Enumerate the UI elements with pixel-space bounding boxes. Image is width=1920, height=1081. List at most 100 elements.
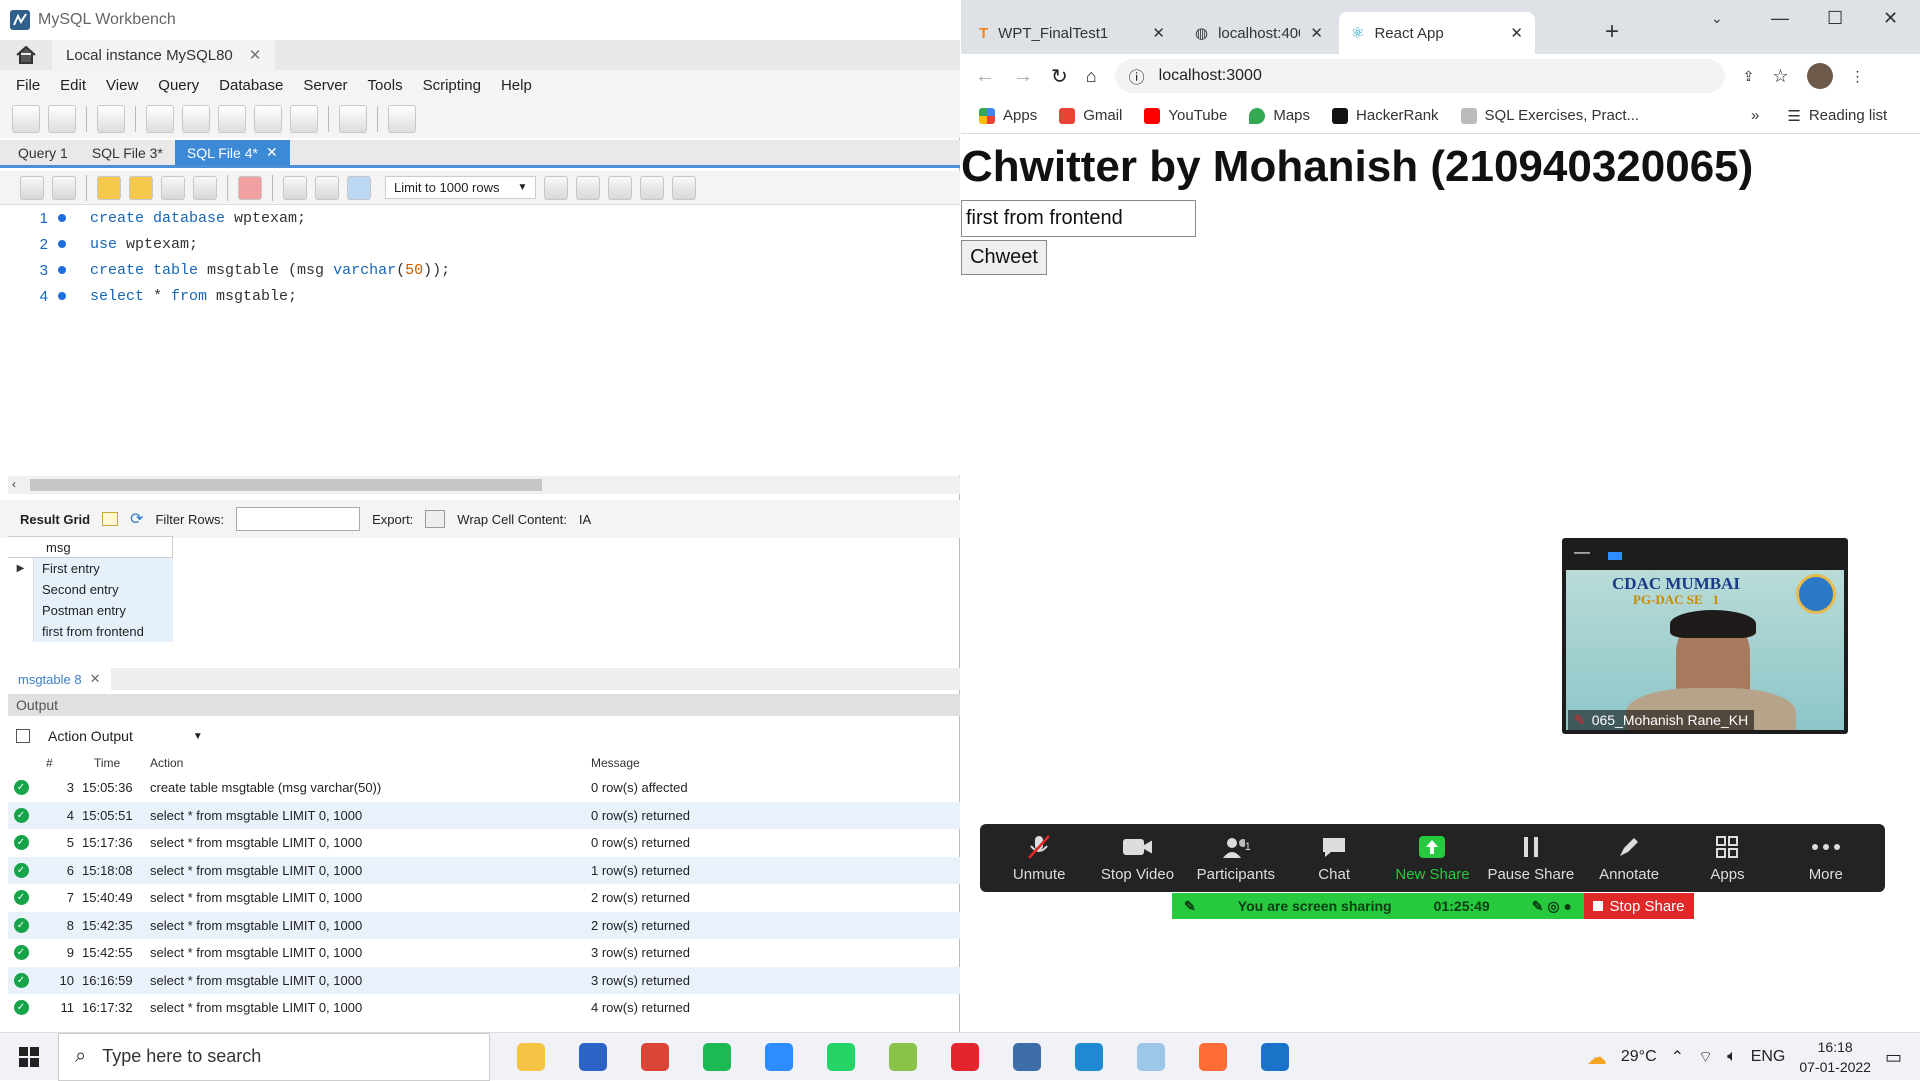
notepad-plus-taskbar-button[interactable] [872,1033,934,1081]
mysql-workbench-taskbar-button[interactable] [996,1033,1058,1081]
add-snippet-icon[interactable] [544,175,569,200]
create-function-icon[interactable] [290,105,318,133]
open-sql-script-icon[interactable] [48,105,76,133]
menu-scripting[interactable]: Scripting [413,77,491,94]
limit-rows-select[interactable]: Limit to 1000 rows ▼ [385,176,537,199]
scrollbar-thumb[interactable] [30,479,542,491]
code-line[interactable]: 4 select * from msgtable; [0,283,960,309]
postman-taskbar-button[interactable] [1182,1033,1244,1081]
inspector-icon[interactable] [97,105,125,133]
invisible-chars-icon[interactable] [640,175,665,200]
code-line[interactable]: 3 create table msgtable (msg varchar(50))… [0,257,960,283]
reload-icon[interactable]: ↻ [1051,64,1068,89]
table-cell[interactable]: first from frontend [34,621,173,642]
sharing-status[interactable]: ✎ You are screen sharing 01:25:49 ✎ ◎ ● [1172,893,1584,919]
create-table-icon[interactable] [182,105,210,133]
home-icon[interactable] [0,40,52,70]
pause-share-button[interactable]: Pause Share [1482,834,1580,883]
reconnect-icon[interactable] [388,105,416,133]
tab-sql-file-3[interactable]: SQL File 3* [80,140,175,165]
menu-query[interactable]: Query [148,77,209,94]
search-table-data-icon[interactable] [339,105,367,133]
tab-query-1[interactable]: Query 1 [6,140,80,165]
output-type-select[interactable]: Action Output ▼ [42,726,209,746]
home-icon[interactable]: ⌂ [1086,66,1097,87]
connection-tab[interactable]: Local instance MySQL80 ✕ [52,40,276,70]
menu-server[interactable]: Server [293,77,357,94]
result-tab-msgtable[interactable]: msgtable 8 ✕ [8,668,111,690]
create-schema-icon[interactable] [146,105,174,133]
table-cell[interactable]: First entry [34,558,173,579]
bookmark-hackerrank[interactable]: HackerRank [1332,107,1439,124]
close-window-icon[interactable]: ✕ [1883,8,1898,29]
table-row[interactable]: first from frontend [8,621,173,642]
table-cell[interactable]: Postman entry [34,600,173,621]
language[interactable]: ENG [1751,1048,1786,1066]
taskbar-search[interactable]: ⌕ Type here to search [58,1032,490,1081]
acrobat-taskbar-button[interactable] [934,1033,996,1081]
save-icon[interactable] [52,175,76,200]
find-icon[interactable] [608,175,633,200]
photos-taskbar-button[interactable] [1244,1033,1306,1081]
output-row[interactable]: ✓ 11 16:17:32 select * from msgtable LIMIT … [8,994,960,1022]
new-sql-tab-icon[interactable] [12,105,40,133]
refresh-icon[interactable]: ⟳ [130,509,143,529]
wrap-cell-icon[interactable]: IA [579,512,591,527]
execute-current-icon[interactable] [129,175,153,200]
export-icon[interactable] [425,510,446,528]
stop-video-button[interactable]: Stop Video [1088,834,1186,883]
output-row[interactable]: ✓ 5 15:17:36 select * from msgtable LIMIT 0… [8,829,960,857]
spotify-taskbar-button[interactable] [686,1033,748,1081]
view-toggle-icon[interactable] [1608,552,1622,560]
menu-database[interactable]: Database [209,77,293,94]
grid-icon[interactable] [102,512,119,526]
stop-share-button[interactable]: Stop Share [1584,893,1694,919]
store-taskbar-button[interactable] [562,1033,624,1081]
table-row[interactable]: ▶ First entry [8,558,173,579]
volume-icon[interactable]: 🔈︎ [1727,1048,1737,1066]
toggle-error-icon[interactable] [238,175,262,200]
result-grid-label[interactable]: Result Grid [20,512,90,527]
rollback-icon[interactable] [315,175,339,200]
beautify-icon[interactable] [576,175,601,200]
close-icon[interactable]: ✕ [266,144,278,161]
chat-button[interactable]: Chat [1285,834,1383,883]
output-row[interactable]: ✓ 4 15:05:51 select * from msgtable LIMIT 0… [8,801,960,829]
bookmark-maps[interactable]: Maps [1249,107,1310,124]
bookmark-gmail[interactable]: Gmail [1059,107,1122,124]
network-icon[interactable]: ⌔ [1698,1047,1713,1067]
output-row[interactable]: ✓ 6 15:18:08 select * from msgtable LIMIT 0… [8,856,960,884]
close-icon[interactable]: ✕ [1152,24,1165,42]
execute-icon[interactable] [97,175,121,200]
copy-icon[interactable] [16,729,30,743]
tab-react-app[interactable]: ⚛ React App ✕ [1339,12,1535,54]
temperature[interactable]: 29°C [1621,1048,1657,1066]
unmute-button[interactable]: Unmute [990,834,1088,883]
close-icon[interactable]: ✕ [1510,24,1523,42]
output-row[interactable]: ✓ 3 15:05:36 create table msgtable (msg var… [8,774,960,802]
omnibox[interactable]: ⓘ localhost:3000 [1114,59,1725,93]
commit-icon[interactable] [283,175,307,200]
stop-icon[interactable] [193,175,217,200]
close-icon[interactable]: ✕ [1310,24,1323,42]
table-row[interactable]: Postman entry [8,600,173,621]
table-cell[interactable]: Second entry [34,579,173,600]
filter-rows-input[interactable] [236,507,361,531]
notifications-icon[interactable]: ▭ [1885,1047,1902,1068]
minimize-icon[interactable]: — [1771,8,1789,29]
chrome-menu-icon[interactable]: ⋮ [1851,68,1865,85]
close-icon[interactable]: ✕ [90,671,101,687]
bookmark-sql-exercises[interactable]: SQL Exercises, Pract... [1460,107,1639,124]
create-view-icon[interactable] [218,105,246,133]
tab-search-icon[interactable]: ⌄ [1711,10,1723,27]
autocommit-icon[interactable] [347,175,371,200]
vscode-taskbar-button[interactable] [1058,1033,1120,1081]
participants-button[interactable]: 1 Participants [1187,834,1285,883]
table-row[interactable]: Second entry [8,579,173,600]
code-line[interactable]: 1 create database wptexam; [0,205,960,231]
notepad-taskbar-button[interactable] [1120,1033,1182,1081]
tab-sql-file-4[interactable]: SQL File 4* ✕ [174,140,290,165]
column-header-msg[interactable]: msg [8,536,173,558]
bookmark-youtube[interactable]: YouTube [1144,107,1227,124]
file-explorer-taskbar-button[interactable] [500,1033,562,1081]
